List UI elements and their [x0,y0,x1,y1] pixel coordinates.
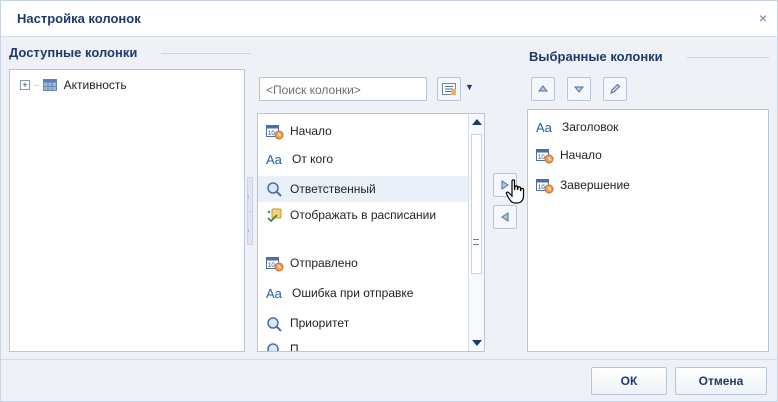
lookup-icon [267,343,279,351]
divider [161,53,251,54]
text-aa-icon: Aa [266,152,282,167]
calendar-clock-icon: 10 [536,179,554,194]
ok-button[interactable]: ОК [591,367,667,395]
dialog-title: Настройка колонок [17,11,141,26]
lookup-icon [267,317,282,332]
text-aa-icon: Aa [536,120,552,135]
expand-icon[interactable]: + [20,80,30,90]
list-item[interactable]: 10 Начало [266,124,332,140]
titlebar: Настройка колонок × [1,1,777,37]
text-aa-icon: Aa [266,286,282,301]
list-item-label: Отображать в расписании [290,208,437,222]
list-item[interactable]: 10 Начало [536,148,602,164]
list-item-label: Завершение [560,178,630,192]
table-icon [42,79,57,91]
scroll-thumb[interactable] [471,134,482,274]
columns-list: 10 Начало Aa От кого Ответственный Отобр… [257,113,485,352]
arrow-left-icon [501,212,509,222]
list-item[interactable]: Aa Ошибка при отправке [266,286,413,301]
remove-column-button[interactable] [493,205,517,229]
lookup-icon [267,182,282,197]
tree-connector: ·· [34,79,40,91]
calendar-clock-icon: 10 [536,149,554,164]
svg-text:10: 10 [538,185,545,191]
divider [687,57,769,58]
svg-text:10: 10 [268,263,275,269]
column-settings-dialog: Настройка колонок × Доступные колонки Вы… [0,0,778,402]
list-item[interactable]: 10 Завершение [536,178,630,194]
scrollbar[interactable] [468,114,484,351]
list-item-label: Отправлено [290,256,358,270]
scroll-grip-icon [473,239,479,245]
list-item-label: От кого [292,152,334,166]
list-item-label: Ответственный [290,181,376,196]
flag-check-icon [267,208,282,223]
move-down-button[interactable] [567,77,591,101]
tree-node-label: Активность [63,78,127,92]
edit-column-button[interactable] [603,77,627,101]
column-view-icon [442,83,456,95]
list-item-label: Начало [290,124,332,138]
selected-columns-title: Выбранные колонки [529,49,663,64]
list-item[interactable]: П... [266,342,309,352]
list-item-label: П... [290,342,309,352]
list-item-label: Ошибка при отправке [292,286,414,300]
selected-columns-list: Aa Заголовок 10 Начало 10 Завершение [527,109,769,352]
scroll-down-icon[interactable] [472,340,482,346]
calendar-clock-icon: 10 [266,125,284,140]
svg-text:10: 10 [268,131,275,137]
hand-cursor-icon [505,179,525,204]
list-item[interactable]: Aa От кого [266,152,333,167]
available-columns-tree: + ·· Активность [9,69,245,352]
close-icon[interactable]: × [759,10,767,26]
chevron-down-icon[interactable]: ▼ [465,82,474,92]
calendar-clock-icon: 10 [266,257,284,272]
list-item-label: Начало [560,148,602,162]
available-columns-title: Доступные колонки [9,45,138,60]
svg-text:10: 10 [538,155,545,161]
list-item[interactable]: Приоритет [266,316,349,332]
list-item-label: Заголовок [562,120,619,134]
list-item-selected[interactable]: Ответственный [258,176,468,202]
arrow-down-icon [573,86,585,93]
pencil-icon [610,83,621,94]
list-item[interactable]: Отображать в расписании [266,208,440,226]
list-item[interactable]: Aa Заголовок [536,120,618,135]
move-up-button[interactable] [531,77,555,101]
list-item-label: Приоритет [290,316,350,330]
arrow-up-icon [537,85,549,92]
column-view-button[interactable] [437,77,461,101]
footer-divider [1,359,777,360]
panel-splitter[interactable]: › [247,211,253,245]
tree-node-activity[interactable]: + ·· Активность [20,78,127,92]
cancel-button[interactable]: Отмена [675,367,767,395]
search-input[interactable]: <Поиск колонки> [259,77,427,101]
list-item[interactable]: 10 Отправлено [266,256,358,272]
scroll-up-icon[interactable] [472,119,482,125]
